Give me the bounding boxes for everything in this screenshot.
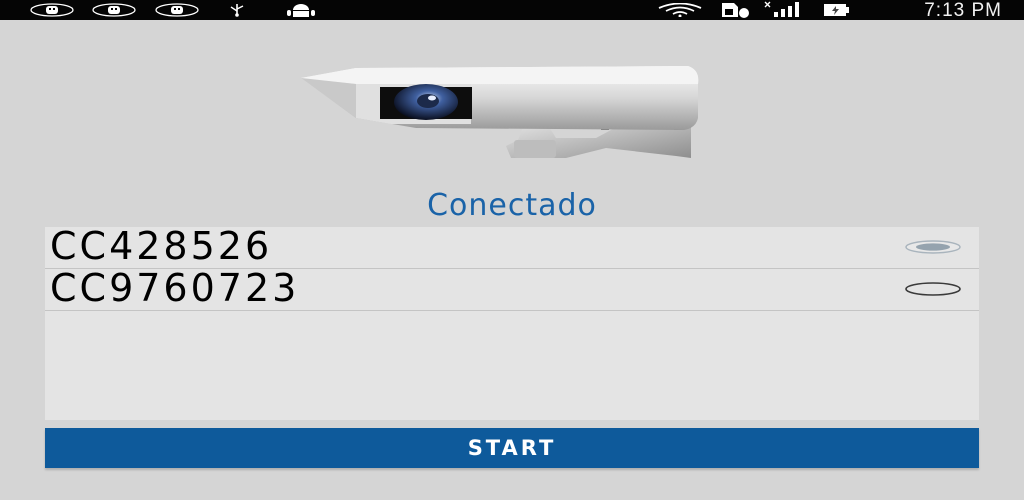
device-name: CC9760723 <box>50 266 300 310</box>
radio-unselected-icon[interactable] <box>905 282 961 296</box>
connection-status: Conectado <box>427 188 597 223</box>
android-debug-icon <box>30 3 74 17</box>
start-button[interactable]: START <box>45 428 979 468</box>
status-time: 7:13 PM <box>924 0 1002 21</box>
security-camera-icon <box>301 66 699 158</box>
device-row[interactable]: CC428526 <box>45 224 979 269</box>
device-row[interactable]: CC9760723 <box>45 266 979 311</box>
android-debug-icon <box>155 3 199 17</box>
signal-icon <box>764 1 799 17</box>
sim-card-icon <box>722 3 749 18</box>
battery-icon <box>824 4 849 16</box>
device-list: CC428526 CC9760723 <box>45 224 979 420</box>
wifi-icon <box>658 3 702 17</box>
status-bar: 7:13 PM <box>0 0 1024 21</box>
usb-icon <box>230 4 244 17</box>
android-icon <box>287 4 315 17</box>
device-name: CC428526 <box>50 224 273 268</box>
android-debug-icon <box>92 3 136 17</box>
radio-selected-icon[interactable] <box>905 240 961 254</box>
